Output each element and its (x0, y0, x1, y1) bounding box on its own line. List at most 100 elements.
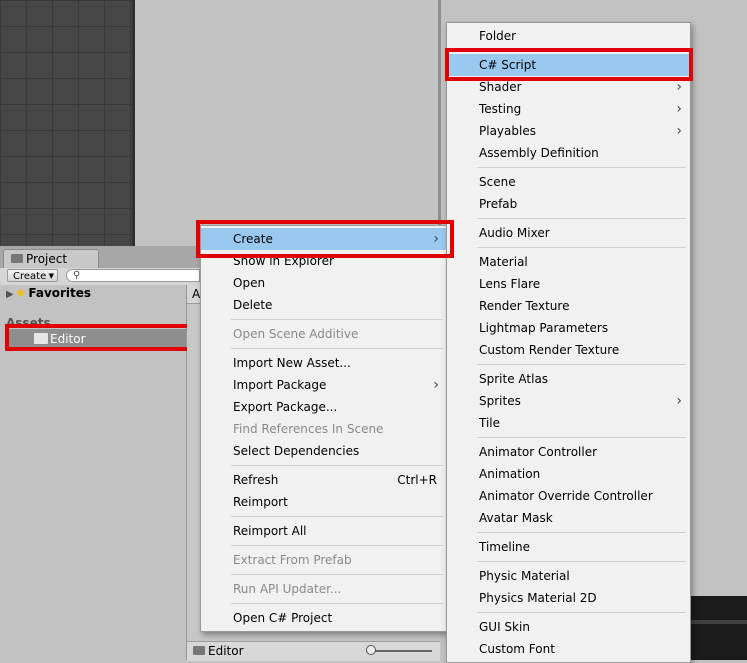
create-menu-item-folder[interactable]: Folder (447, 25, 690, 47)
create-menu-item-scene[interactable]: Scene (447, 171, 690, 193)
context-menu-item-run-api-updater: Run API Updater... (201, 578, 447, 600)
breadcrumb[interactable]: A (192, 287, 200, 301)
menu-item-label: Audio Mixer (479, 226, 550, 240)
star-icon: ★ (14, 286, 27, 301)
menu-item-label: Scene (479, 175, 516, 189)
menu-item-label: Physics Material 2D (479, 591, 597, 605)
folder-icon (11, 254, 23, 263)
menu-item-label: Playables (479, 124, 536, 138)
create-menu-item-render-texture[interactable]: Render Texture (447, 295, 690, 317)
scene-view-edge (132, 0, 135, 246)
create-menu-item-animator-controller[interactable]: Animator Controller (447, 441, 690, 463)
context-menu-item-find-references-in-scene: Find References In Scene (201, 418, 447, 440)
game-view-strip (690, 620, 747, 624)
context-menu: Create › Show in Explorer Open Delete Open Sc… (200, 225, 448, 632)
create-menu-item-gui-skin[interactable]: GUI Skin (447, 616, 690, 638)
menu-separator (477, 218, 686, 219)
context-menu-item-export-package[interactable]: Export Package... (201, 396, 447, 418)
menu-item-label: Physic Material (479, 569, 570, 583)
menu-item-label: Lens Flare (479, 277, 541, 291)
menu-item-label: Sprites (479, 394, 521, 408)
create-menu-item-sprite-atlas[interactable]: Sprite Atlas (447, 368, 690, 390)
folder-icon (193, 646, 205, 655)
menu-separator (477, 561, 686, 562)
create-menu-item-audio-mixer[interactable]: Audio Mixer (447, 222, 690, 244)
menu-item-label: Render Texture (479, 299, 570, 313)
tab-project-label: Project (26, 252, 68, 266)
scene-view[interactable] (0, 0, 132, 246)
menu-item-label: Reimport All (233, 524, 307, 538)
menu-item-label: Sprite Atlas (479, 372, 549, 386)
create-dropdown[interactable]: Create ▼ (7, 269, 58, 282)
menu-item-label: Select Dependencies (233, 444, 360, 458)
chevron-right-icon: › (676, 393, 682, 409)
create-menu-item-assembly-definition[interactable]: Assembly Definition (447, 142, 690, 164)
menu-item-label: Tile (479, 416, 501, 430)
menu-item-label: Open C# Project (233, 611, 333, 625)
csharp-script-highlight-box (445, 48, 693, 81)
menu-item-label: Animation (479, 467, 541, 481)
menu-item-label: Find References In Scene (233, 422, 384, 436)
menu-separator (477, 167, 686, 168)
menu-item-label: Custom Render Texture (479, 343, 620, 357)
menu-item-label: Animator Override Controller (479, 489, 653, 503)
menu-item-label: Reimport (233, 495, 288, 509)
tab-project[interactable]: Project (3, 249, 99, 269)
create-highlight-box (196, 220, 454, 258)
context-menu-item-open-scene-additive: Open Scene Additive (201, 323, 447, 345)
context-menu-item-open[interactable]: Open (201, 272, 447, 294)
create-menu-item-physic-material[interactable]: Physic Material (447, 565, 690, 587)
context-menu-item-refresh[interactable]: Refresh Ctrl+R (201, 469, 447, 491)
pane-divider[interactable] (438, 0, 441, 246)
menu-item-label: Open (233, 276, 266, 290)
create-menu-item-animator-override-controller[interactable]: Animator Override Controller (447, 485, 690, 507)
context-menu-item-delete[interactable]: Delete (201, 294, 447, 316)
menu-item-label: Timeline (479, 540, 531, 554)
search-input[interactable] (66, 269, 200, 282)
create-menu-item-animation[interactable]: Animation (447, 463, 690, 485)
create-menu-item-material[interactable]: Material (447, 251, 690, 273)
menu-separator (477, 364, 686, 365)
create-menu-item-tile[interactable]: Tile (447, 412, 690, 434)
favorites-label: Favorites (28, 286, 92, 300)
context-menu-item-import-package[interactable]: Import Package › (201, 374, 447, 396)
context-menu-item-open-c-project[interactable]: Open C# Project (201, 607, 447, 629)
create-menu-item-custom-render-texture[interactable]: Custom Render Texture (447, 339, 690, 361)
menu-item-label: Material (479, 255, 528, 269)
menu-item-label: Open Scene Additive (233, 327, 359, 341)
menu-item-shortcut: Ctrl+R (397, 473, 437, 487)
menu-item-label: Shader (479, 80, 522, 94)
create-menu-item-timeline[interactable]: Timeline (447, 536, 690, 558)
chevron-right-icon: › (676, 123, 682, 139)
context-menu-item-reimport-all[interactable]: Reimport All (201, 520, 447, 542)
chevron-right-icon: › (676, 101, 682, 117)
search-icon: ⚲ (73, 270, 81, 281)
chevron-right-icon: › (433, 377, 439, 393)
menu-separator (231, 545, 443, 546)
create-menu-item-testing[interactable]: Testing › (447, 98, 690, 120)
dropdown-caret-icon: ▼ (48, 272, 54, 280)
create-menu-item-physics-material-2d[interactable]: Physics Material 2D (447, 587, 690, 609)
menu-item-label: Run API Updater... (233, 582, 342, 596)
menu-separator (477, 532, 686, 533)
menu-separator (231, 465, 443, 466)
expand-arrow-icon[interactable]: ▶ (6, 289, 14, 300)
menu-item-label: Import Package (233, 378, 327, 392)
zoom-slider-thumb[interactable] (366, 645, 376, 655)
create-menu-item-sprites[interactable]: Sprites › (447, 390, 690, 412)
create-menu-item-prefab[interactable]: Prefab (447, 193, 690, 215)
context-menu-item-import-new-asset[interactable]: Import New Asset... (201, 352, 447, 374)
context-menu-item-reimport[interactable]: Reimport (201, 491, 447, 513)
create-menu-item-playables[interactable]: Playables › (447, 120, 690, 142)
context-menu-item-select-dependencies[interactable]: Select Dependencies (201, 440, 447, 462)
menu-item-label: Avatar Mask (479, 511, 553, 525)
tree-item-favorites[interactable]: ▶★ Favorites (6, 286, 91, 302)
menu-separator (477, 247, 686, 248)
menu-item-label: Animator Controller (479, 445, 598, 459)
editor-highlight-box (5, 324, 192, 351)
create-menu-item-custom-font[interactable]: Custom Font (447, 638, 690, 660)
create-menu-item-lens-flare[interactable]: Lens Flare (447, 273, 690, 295)
create-menu-item-avatar-mask[interactable]: Avatar Mask (447, 507, 690, 529)
menu-separator (231, 603, 443, 604)
create-menu-item-lightmap-parameters[interactable]: Lightmap Parameters (447, 317, 690, 339)
